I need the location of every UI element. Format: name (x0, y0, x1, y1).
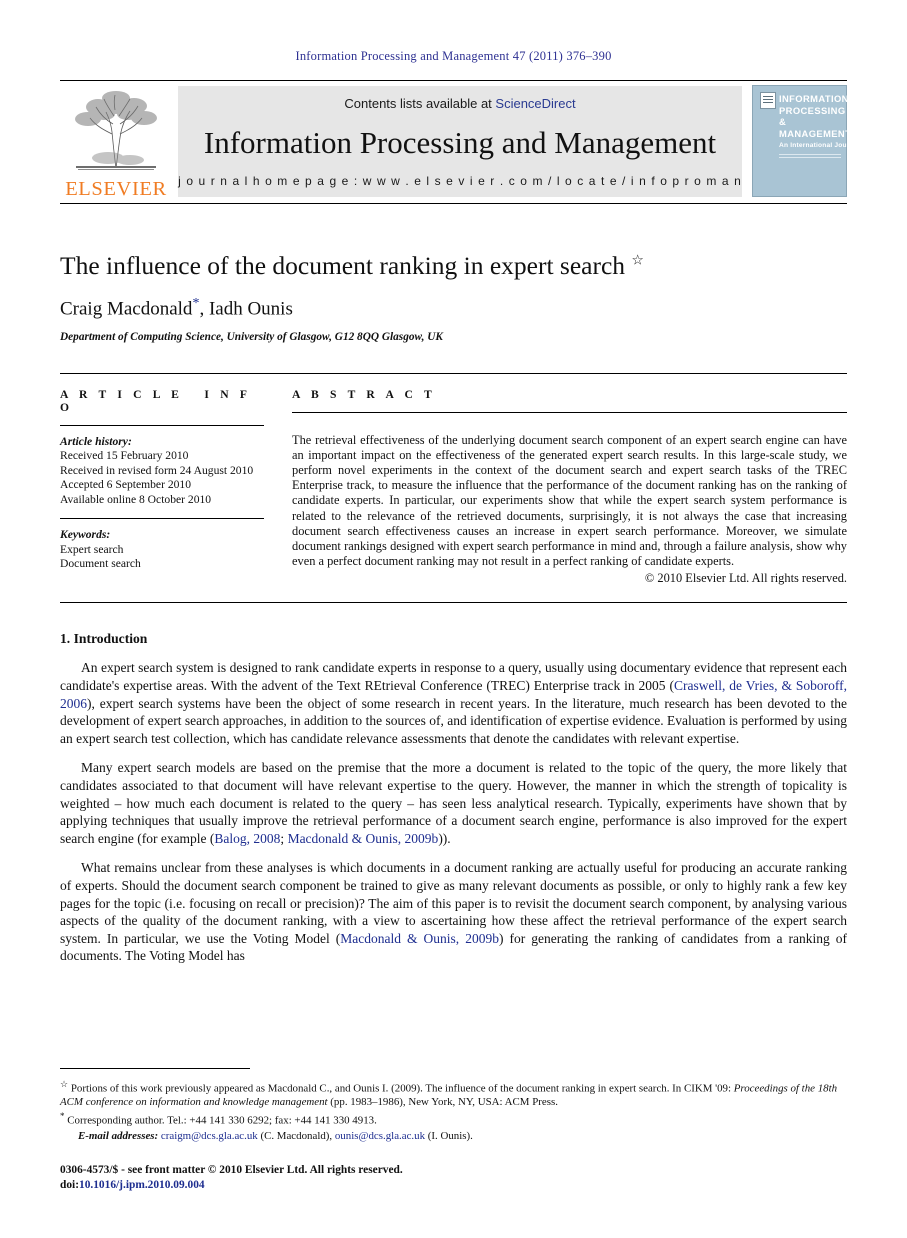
history-item: Available online 8 October 2010 (60, 492, 212, 506)
history-item: Received 15 February 2010 (60, 449, 189, 463)
article-history: Article history: Received 15 February 20… (60, 435, 264, 508)
email-owner-1: (C. Macdonald), (257, 1130, 335, 1142)
footnote-emails: E-mail addresses: craigm@dcs.gla.ac.uk (… (60, 1129, 847, 1143)
par2-text-a: Many expert search models are based on t… (60, 760, 847, 846)
author-rest: , Iadh Ounis (199, 298, 293, 320)
footnote-star-text-a: Portions of this work previously appeare… (70, 1082, 734, 1095)
title-footnote-marker[interactable]: ☆ (631, 254, 644, 269)
keywords-divider (60, 518, 264, 520)
info-abstract-region: A R T I C L E I N F O Article history: R… (60, 372, 847, 587)
citation-macdonald-ounis-b[interactable]: Macdonald & Ounis, 2009b (340, 931, 499, 946)
cover-publisher-badge-icon (760, 92, 776, 109)
footnote-corresponding-text: Corresponding author. Tel.: +44 141 330 … (67, 1115, 377, 1127)
affiliation: Department of Computing Science, Univers… (60, 330, 443, 343)
footnote-star-text-b: (pp. 1983–1986), New York, NY, USA: ACM … (327, 1096, 558, 1109)
cover-line-4: MANAGEMENT (779, 127, 852, 139)
intro-paragraph-3: What remains unclear from these analyses… (60, 859, 847, 965)
abstract-heading: A B S T R A C T (292, 387, 436, 401)
abstract-column: A B S T R A C T The retrieval effectiven… (292, 388, 847, 587)
abstract-divider (292, 411, 847, 413)
title-block: The influence of the document ranking in… (60, 251, 847, 343)
elsevier-wordmark: ELSEVIER (65, 177, 167, 200)
footnote-divider (60, 1067, 250, 1069)
article-info-column: A R T I C L E I N F O Article history: R… (60, 388, 292, 587)
keyword-item: Expert search (60, 542, 124, 556)
intro-paragraph-2: Many expert search models are based on t… (60, 759, 847, 847)
doi-prefix: doi: (60, 1178, 79, 1191)
cover-line-2: PROCESSING (779, 104, 846, 116)
keywords-block: Keywords: Expert search Document search (60, 528, 264, 572)
cover-title-lines: INFORMATION PROCESSING & MANAGEMENT An I… (779, 93, 860, 152)
abstract-text: The retrieval effectiveness of the under… (292, 432, 847, 569)
par2-text-b: )). (438, 830, 451, 846)
author-list: Craig Macdonald*, Iadh Ounis (60, 296, 847, 320)
author-first: Craig Macdonald (60, 298, 193, 320)
citation-balog[interactable]: Balog, 2008 (214, 831, 280, 846)
history-item: Accepted 6 September 2010 (60, 478, 192, 492)
issn-footer: 0306-4573/$ - see front matter © 2010 El… (60, 1163, 847, 1192)
abstract-copyright: © 2010 Elsevier Ltd. All rights reserved… (644, 571, 847, 586)
email-addresses-label: E-mail addresses: (78, 1130, 159, 1142)
contents-lists-line: Contents lists available at ScienceDirec… (344, 96, 575, 111)
sciencedirect-banner: Contents lists available at ScienceDirec… (178, 86, 742, 197)
doi-line: doi:10.1016/j.ipm.2010.09.004 (60, 1178, 847, 1193)
cover-subtitle: An International Journal (779, 142, 860, 149)
elsevier-tree-icon (68, 90, 164, 178)
footnote-asterisk-marker: * (60, 1111, 65, 1122)
contents-prefix: Contents lists available at (344, 96, 496, 111)
keywords-label: Keywords: (60, 528, 111, 542)
footnote-title-note: ☆ Portions of this work previously appea… (60, 1077, 847, 1110)
article-history-label: Article history: (60, 434, 132, 448)
email-link-macdonald[interactable]: craigm@dcs.gla.ac.uk (161, 1130, 258, 1142)
keyword-item: Document search (60, 557, 141, 571)
doi-link[interactable]: 10.1016/j.ipm.2010.09.004 (79, 1179, 205, 1191)
abstract-bottom-divider (60, 602, 847, 604)
sciencedirect-link[interactable]: ScienceDirect (495, 96, 575, 111)
intro-paragraph-1: An expert search system is designed to r… (60, 659, 847, 747)
par1-text-b: ), expert search systems have been the o… (60, 695, 847, 746)
history-item: Received in revised form 24 August 2010 (60, 463, 254, 477)
footnote-star-marker: ☆ (60, 1078, 69, 1089)
email-link-ounis[interactable]: ounis@dcs.gla.ac.uk (335, 1130, 425, 1142)
article-info-heading: A R T I C L E I N F O (60, 387, 251, 414)
running-head: Information Processing and Management 47… (295, 49, 612, 63)
email-owner-2: (I. Ounis). (425, 1130, 473, 1142)
issn-line: 0306-4573/$ - see front matter © 2010 El… (60, 1164, 403, 1176)
journal-cover-thumbnail: INFORMATION PROCESSING & MANAGEMENT An I… (752, 85, 860, 197)
elsevier-logo: ELSEVIER (60, 81, 172, 203)
cover-line-1: INFORMATION (779, 93, 849, 104)
journal-masthead: ELSEVIER Contents lists available at Sci… (60, 80, 860, 204)
footnote-corresponding-author: * Corresponding author. Tel.: +44 141 33… (60, 1109, 847, 1128)
journal-title: Information Processing and Management (203, 125, 717, 160)
section-heading-introduction: 1. Introduction (60, 631, 148, 647)
footnote-region: ☆ Portions of this work previously appea… (60, 1067, 847, 1192)
cover-decorative-rule (779, 153, 841, 155)
article-info-divider (60, 424, 264, 426)
cover-line-3: & (779, 116, 787, 127)
par2-separator: ; (280, 830, 288, 846)
paper-page: Information Processing and Management 47… (0, 0, 907, 1238)
title-text: The influence of the document ranking in… (60, 251, 626, 280)
citation-macdonald-ounis-a[interactable]: Macdonald & Ounis, 2009b (288, 831, 439, 846)
journal-homepage[interactable]: j o u r n a l h o m e p a g e : w w w . … (178, 174, 742, 188)
page-title: The influence of the document ranking in… (60, 251, 847, 280)
